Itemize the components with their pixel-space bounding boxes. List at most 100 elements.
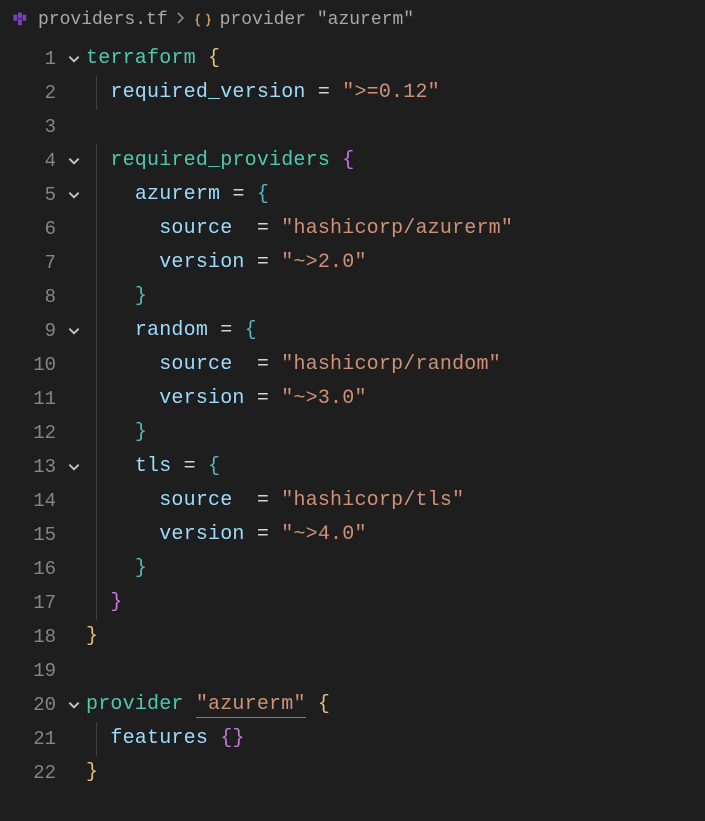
code-line[interactable]: 5 azurerm = { [0,178,705,212]
attr-source: source [159,353,232,376]
brace-close: } [110,591,122,614]
code-line[interactable]: 3 [0,110,705,144]
line-number: 8 [0,280,62,314]
equals: = [257,353,269,376]
line-number: 19 [0,654,62,688]
equals: = [257,217,269,240]
fold-toggle[interactable] [62,188,86,202]
code-line[interactable]: 17 } [0,586,705,620]
string-literal: "hashicorp/azurerm" [281,217,513,240]
line-number: 22 [0,756,62,790]
fold-toggle[interactable] [62,698,86,712]
equals: = [232,183,244,206]
code-line[interactable]: 8 } [0,280,705,314]
brace-open: { [245,319,257,342]
line-number: 14 [0,484,62,518]
brace-open: { [257,183,269,206]
code-line[interactable]: 22 } [0,756,705,790]
code-line[interactable]: 4 required_providers { [0,144,705,178]
string-literal: ">=0.12" [342,81,440,104]
code-line[interactable]: 9 random = { [0,314,705,348]
line-number: 17 [0,586,62,620]
equals: = [257,251,269,274]
breadcrumb-symbol[interactable]: provider "azurerm" [220,10,414,30]
attr-tls: tls [135,455,172,478]
code-line[interactable]: 21 features {} [0,722,705,756]
equals: = [257,387,269,410]
line-number: 1 [0,42,62,76]
code-line[interactable]: 1 terraform { [0,42,705,76]
code-line[interactable]: 11 version = "~>3.0" [0,382,705,416]
attr-version: version [159,523,244,546]
brace-close: } [135,557,147,580]
brace-close: } [135,285,147,308]
attr-version: version [159,387,244,410]
line-number: 12 [0,416,62,450]
code-line[interactable]: 13 tls = { [0,450,705,484]
fold-toggle[interactable] [62,460,86,474]
code-line[interactable]: 18 } [0,620,705,654]
code-line[interactable]: 19 [0,654,705,688]
code-line[interactable]: 2 required_version = ">=0.12" [0,76,705,110]
line-number: 21 [0,722,62,756]
brace-open: { [342,149,354,172]
line-number: 7 [0,246,62,280]
chevron-right-icon [176,11,186,30]
string-literal: "hashicorp/tls" [281,489,464,512]
brace-open: { [220,727,232,750]
attr-source: source [159,489,232,512]
line-number: 2 [0,76,62,110]
equals: = [220,319,232,342]
symbol-namespace-icon [194,11,212,29]
code-line[interactable]: 16 } [0,552,705,586]
line-number: 9 [0,314,62,348]
line-number: 16 [0,552,62,586]
attr-source: source [159,217,232,240]
brace-close: } [86,761,98,784]
code-line[interactable]: 15 version = "~>4.0" [0,518,705,552]
keyword-terraform: terraform [86,47,196,70]
brace-close: } [135,421,147,444]
code-editor[interactable]: 1 terraform { 2 required_version = ">=0.… [0,42,705,790]
line-number: 18 [0,620,62,654]
attr-features: features [110,727,208,750]
breadcrumb: providers.tf provider "azurerm" [0,0,705,42]
attr-version: version [159,251,244,274]
line-number: 6 [0,212,62,246]
string-literal: "~>4.0" [281,523,366,546]
attr-required-version: required_version [110,81,305,104]
brace-close: } [86,625,98,648]
fold-toggle[interactable] [62,324,86,338]
line-number: 5 [0,178,62,212]
brace-open: { [208,47,220,70]
breadcrumb-file[interactable]: providers.tf [38,10,168,30]
equals: = [257,523,269,546]
fold-toggle[interactable] [62,52,86,66]
string-literal: "hashicorp/random" [281,353,501,376]
keyword-provider: provider [86,693,184,716]
line-number: 20 [0,688,62,722]
string-literal: "~>3.0" [281,387,366,410]
terraform-file-icon [12,11,30,29]
string-literal-provider: "azurerm" [196,693,306,718]
attr-random: random [135,319,208,342]
equals: = [184,455,196,478]
line-number: 11 [0,382,62,416]
code-line[interactable]: 10 source = "hashicorp/random" [0,348,705,382]
code-line[interactable]: 6 source = "hashicorp/azurerm" [0,212,705,246]
code-line[interactable]: 12 } [0,416,705,450]
code-line[interactable]: 7 version = "~>2.0" [0,246,705,280]
line-number: 4 [0,144,62,178]
line-number: 10 [0,348,62,382]
code-line[interactable]: 14 source = "hashicorp/tls" [0,484,705,518]
line-number: 13 [0,450,62,484]
brace-open: { [208,455,220,478]
code-line[interactable]: 20 provider "azurerm" { [0,688,705,722]
keyword-required-providers: required_providers [110,149,330,172]
equals: = [257,489,269,512]
equals: = [318,81,330,104]
fold-toggle[interactable] [62,154,86,168]
brace-close: } [232,727,244,750]
attr-azurerm: azurerm [135,183,220,206]
string-literal: "~>2.0" [281,251,366,274]
